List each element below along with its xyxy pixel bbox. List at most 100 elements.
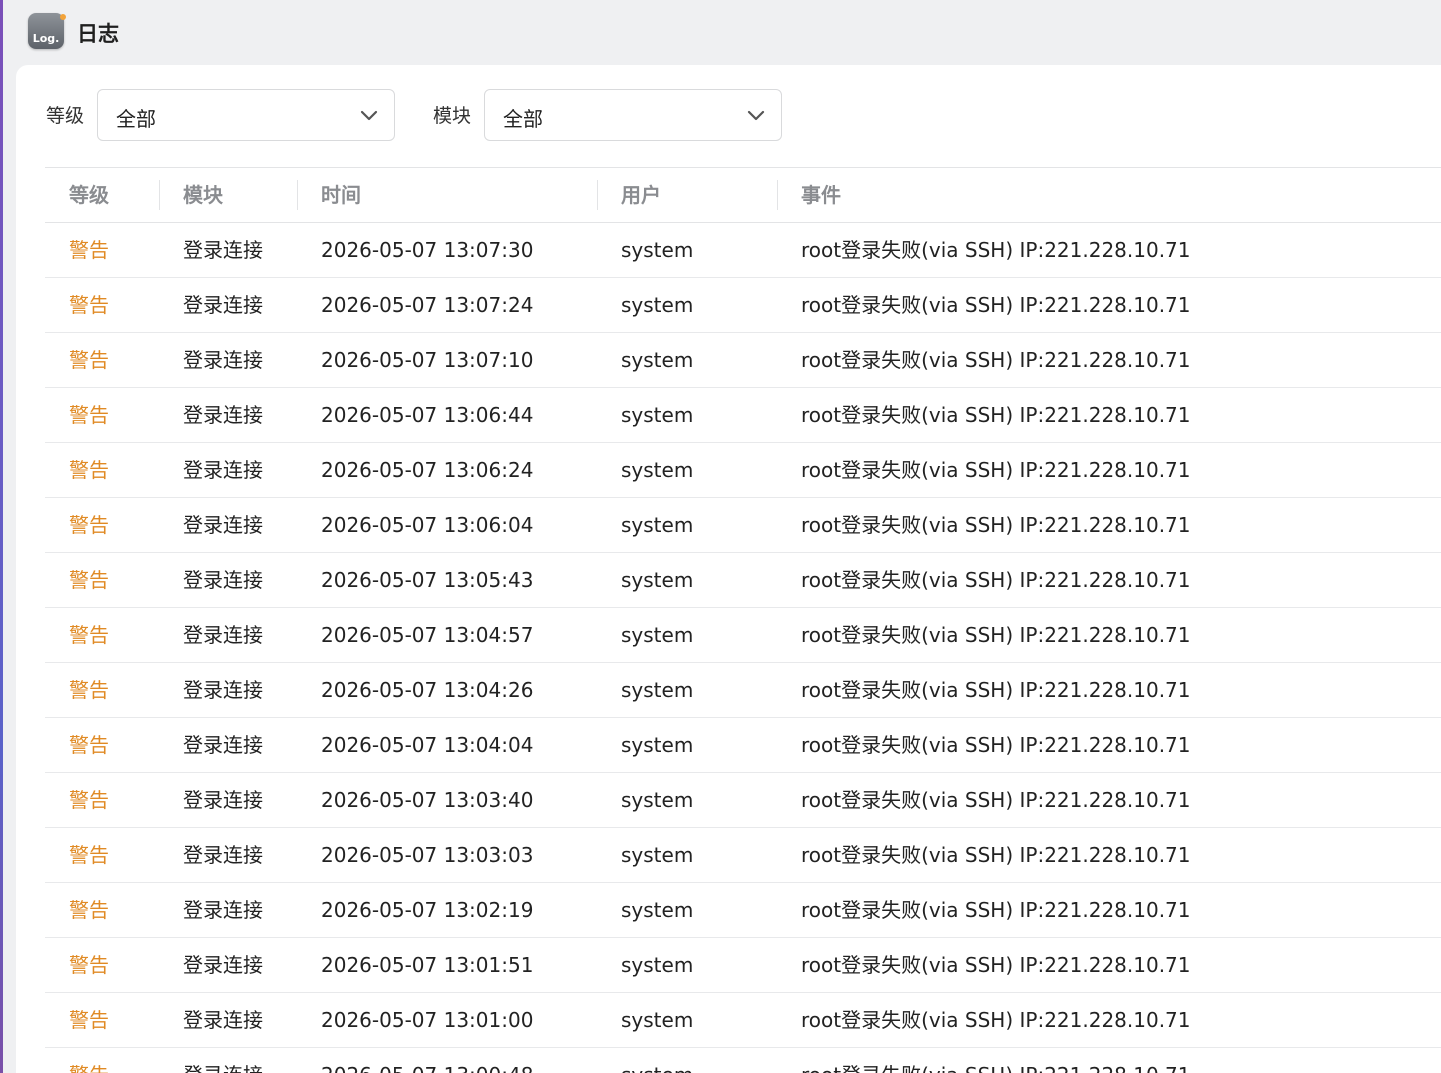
table-row[interactable]: 警告 登录连接 2026-05-07 13:04:57 system root登… xyxy=(45,608,1441,663)
row-user: system xyxy=(621,568,694,592)
row-level: 警告 xyxy=(69,513,109,537)
row-module: 登录连接 xyxy=(183,788,263,812)
row-module: 登录连接 xyxy=(183,678,263,702)
column-divider xyxy=(597,180,598,210)
row-time: 2026-05-07 13:02:19 xyxy=(321,898,534,922)
row-user: system xyxy=(621,1008,694,1032)
row-time: 2026-05-07 13:06:04 xyxy=(321,513,534,537)
row-time: 2026-05-07 13:03:40 xyxy=(321,788,534,812)
row-level: 警告 xyxy=(69,238,109,262)
desktop-edge xyxy=(0,0,3,1073)
table-row[interactable]: 警告 登录连接 2026-05-07 13:06:24 system root登… xyxy=(45,443,1441,498)
column-header-event[interactable]: 事件 xyxy=(801,168,841,222)
column-header-user[interactable]: 用户 xyxy=(621,168,661,222)
row-level: 警告 xyxy=(69,678,109,702)
row-module: 登录连接 xyxy=(183,348,263,372)
app-title: 日志 xyxy=(77,22,119,46)
row-event: root登录失败(via SSH) IP:221.228.10.71 xyxy=(801,513,1191,537)
row-time: 2026-05-07 13:07:30 xyxy=(321,238,534,262)
row-user: system xyxy=(621,678,694,702)
column-divider xyxy=(159,180,160,210)
table-row[interactable]: 警告 登录连接 2026-05-07 13:06:04 system root登… xyxy=(45,498,1441,553)
row-module: 登录连接 xyxy=(183,403,263,427)
row-level: 警告 xyxy=(69,293,109,317)
log-app-icon-text: Log. xyxy=(32,32,60,45)
row-user: system xyxy=(621,1048,693,1073)
row-event: root登录失败(via SSH) IP:221.228.10.71 xyxy=(801,788,1191,812)
table-row[interactable]: 警告 登录连接 2026-05-07 13:06:44 system root登… xyxy=(45,388,1441,443)
row-time: 2026-05-07 13:01:51 xyxy=(321,953,534,977)
table-row[interactable]: 警告 登录连接 2026-05-07 13:04:26 system root登… xyxy=(45,663,1441,718)
window-titlebar: Log. 日志 xyxy=(3,0,1441,65)
table-row[interactable]: 警告 登录连接 2026-05-07 13:05:43 system root登… xyxy=(45,553,1441,608)
row-time: 2026-05-07 13:01:00 xyxy=(321,1008,534,1032)
table-row[interactable]: 警告 登录连接 2026-05-07 13:01:51 system root登… xyxy=(45,938,1441,993)
row-level: 警告 xyxy=(69,458,109,482)
column-header-module[interactable]: 模块 xyxy=(183,168,223,222)
row-module: 登录连接 xyxy=(183,1008,263,1032)
table-row[interactable]: 警告 登录连接 2026-05-07 13:01:00 system root登… xyxy=(45,993,1441,1048)
row-level: 警告 xyxy=(69,623,109,647)
row-module: 登录连接 xyxy=(183,513,263,537)
row-user: system xyxy=(621,733,694,757)
chevron-down-icon xyxy=(747,110,765,121)
row-level: 警告 xyxy=(69,348,109,372)
row-level: 警告 xyxy=(69,403,109,427)
log-panel: 等级 全部 模块 全部 等级 模块 时间 用户 事件 警告 登录连接 2026-… xyxy=(16,65,1441,1073)
row-user: system xyxy=(621,953,694,977)
row-user: system xyxy=(621,898,694,922)
row-event: root登录失败(via SSH) IP:221.228.10.71 xyxy=(801,293,1191,317)
row-level: 警告 xyxy=(69,843,109,867)
row-time: 2026-05-07 13:03:03 xyxy=(321,843,534,867)
module-filter-value: 全部 xyxy=(503,107,543,131)
column-divider xyxy=(297,180,298,210)
row-level: 警告 xyxy=(69,1048,109,1073)
module-filter-label: 模块 xyxy=(433,105,472,127)
column-header-level[interactable]: 等级 xyxy=(69,168,109,222)
column-header-time[interactable]: 时间 xyxy=(321,168,361,222)
row-user: system xyxy=(621,623,694,647)
level-filter-value: 全部 xyxy=(116,107,156,131)
log-table: 等级 模块 时间 用户 事件 警告 登录连接 2026-05-07 13:07:… xyxy=(45,167,1441,1073)
level-filter-select[interactable]: 全部 xyxy=(97,89,395,141)
row-level: 警告 xyxy=(69,898,109,922)
table-row[interactable]: 警告 登录连接 2026-05-07 13:07:24 system root登… xyxy=(45,278,1441,333)
table-row[interactable]: 警告 登录连接 2026-05-07 13:07:30 system root登… xyxy=(45,223,1441,278)
row-time: 2026-05-07 13:06:44 xyxy=(321,403,534,427)
row-level: 警告 xyxy=(69,568,109,592)
row-module: 登录连接 xyxy=(183,843,263,867)
row-event: root登录失败(via SSH) IP:221.228.10.71 xyxy=(801,898,1191,922)
row-time: 2026-05-07 13:06:24 xyxy=(321,458,534,482)
row-event: root登录失败(via SSH) IP:221.228.10.71 xyxy=(801,623,1191,647)
notification-dot xyxy=(60,14,66,20)
table-row[interactable]: 警告 登录连接 2026-05-07 13:02:19 system root登… xyxy=(45,883,1441,938)
row-user: system xyxy=(621,293,694,317)
row-time: 2026-05-07 13:04:04 xyxy=(321,733,534,757)
row-level: 警告 xyxy=(69,953,109,977)
table-header: 等级 模块 时间 用户 事件 xyxy=(45,167,1441,223)
table-row[interactable]: 警告 登录连接 2026-05-07 13:04:04 system root登… xyxy=(45,718,1441,773)
row-level: 警告 xyxy=(69,1008,109,1032)
row-user: system xyxy=(621,403,694,427)
module-filter-select[interactable]: 全部 xyxy=(484,89,782,141)
row-module: 登录连接 xyxy=(183,623,263,647)
table-row[interactable]: 警告 登录连接 2026-05-07 13:07:10 system root登… xyxy=(45,333,1441,388)
row-event: root登录失败(via SSH) IP:221.228.10.71 xyxy=(801,458,1191,482)
table-row[interactable]: 警告 登录连接 2026-05-07 13:03:03 system root登… xyxy=(45,828,1441,883)
row-module: 登录连接 xyxy=(183,1048,263,1073)
row-time: 2026-05-07 13:07:24 xyxy=(321,293,534,317)
row-user: system xyxy=(621,843,694,867)
row-module: 登录连接 xyxy=(183,238,263,262)
row-time: 2026-05-07 13:00:48 xyxy=(321,1048,533,1073)
row-event: root登录失败(via SSH) IP:221.228.10.71 xyxy=(801,1008,1191,1032)
row-time: 2026-05-07 13:04:57 xyxy=(321,623,534,647)
table-row[interactable]: 警告 登录连接 2026-05-07 13:03:40 system root登… xyxy=(45,773,1441,828)
row-event: root登录失败(via SSH) IP:221.228.10.71 xyxy=(801,568,1191,592)
level-filter-label: 等级 xyxy=(46,105,85,127)
table-row[interactable]: 警告 登录连接 2026-05-07 13:00:48 system root登… xyxy=(45,1048,1441,1073)
row-module: 登录连接 xyxy=(183,568,263,592)
row-event: root登录失败(via SSH) IP:221.228.10.71 xyxy=(801,238,1191,262)
row-event: root登录失败(via SSH) IP:221.228.10.71 xyxy=(801,403,1191,427)
row-module: 登录连接 xyxy=(183,458,263,482)
column-divider xyxy=(777,180,778,210)
